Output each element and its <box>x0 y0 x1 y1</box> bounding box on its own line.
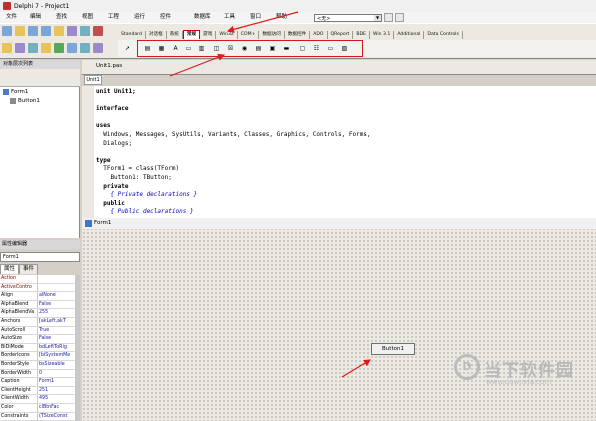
arrow-to-button1 <box>341 359 372 378</box>
arrow-to-common-tab <box>226 11 299 33</box>
arrow-to-components <box>169 53 226 77</box>
annotation-arrows <box>169 11 372 378</box>
